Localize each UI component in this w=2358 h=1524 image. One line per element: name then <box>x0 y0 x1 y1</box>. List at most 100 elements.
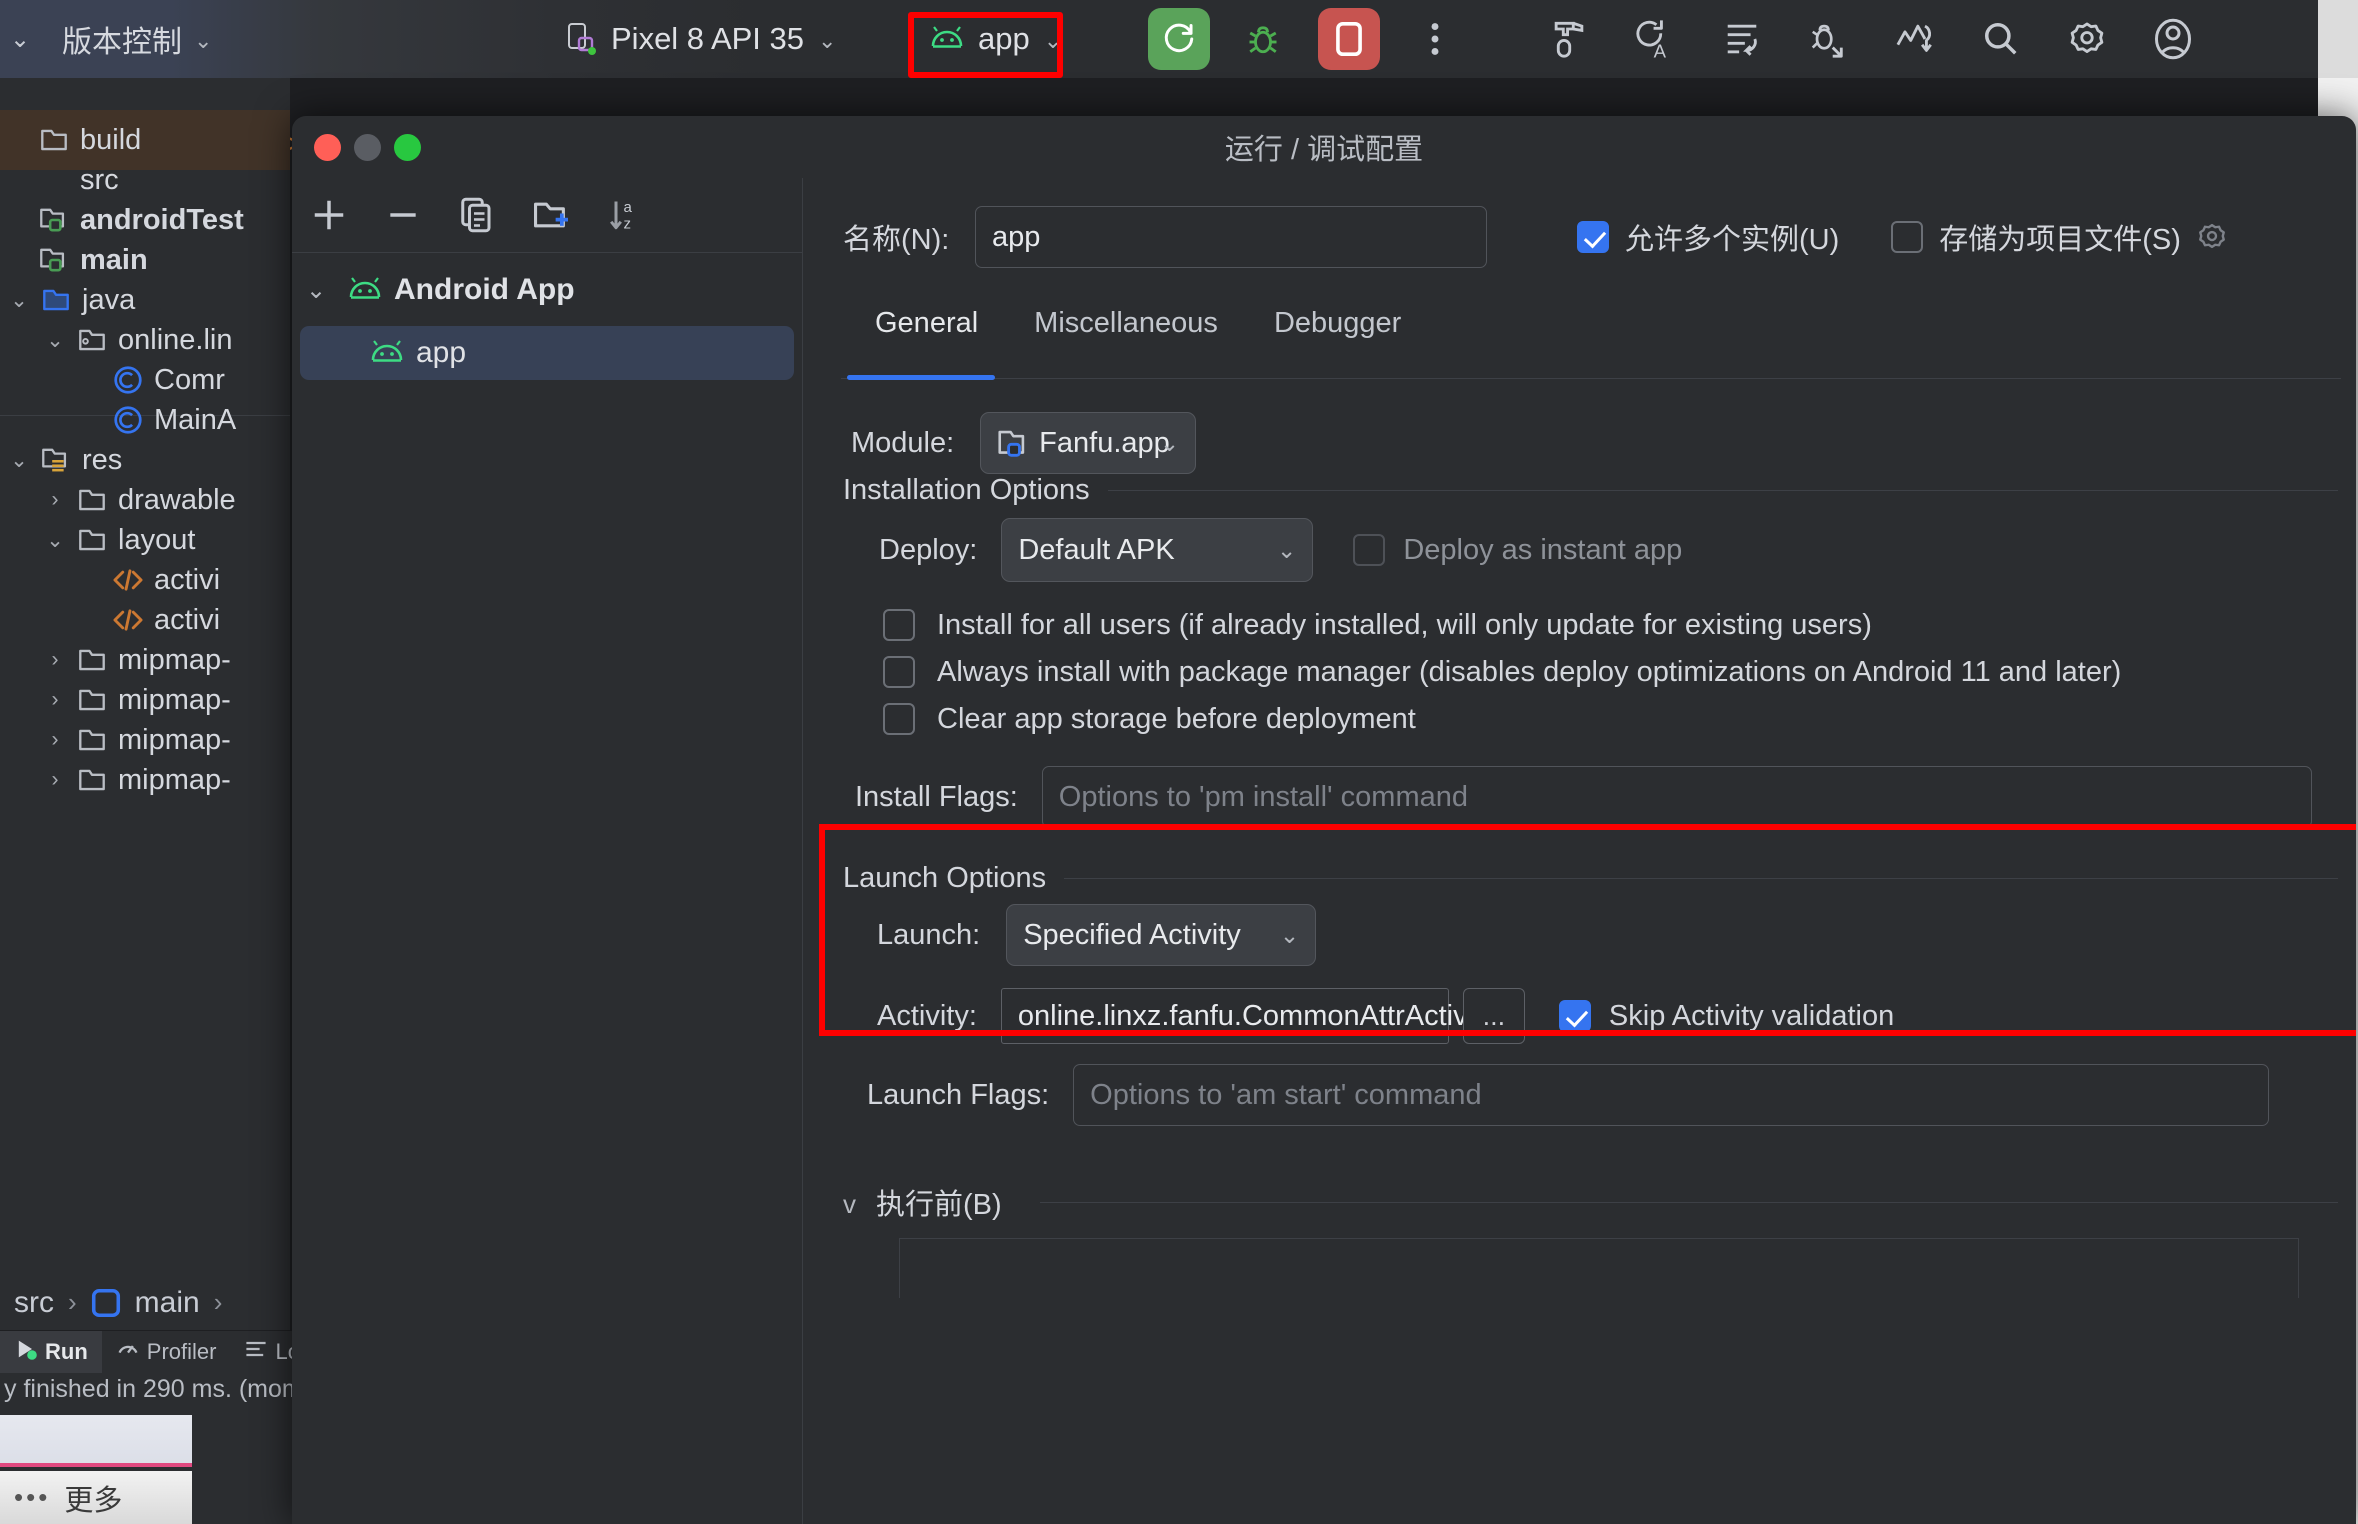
before-launch-task-list[interactable] <box>899 1238 2299 1298</box>
allow-multiple-instances-row[interactable]: 允许多个实例(U) <box>1577 216 1839 258</box>
name-label: 名称(N): <box>843 224 950 256</box>
bottom-tool-window: RunProfilerLogcat y finished in 290 ms. … <box>0 1330 385 1415</box>
launch-label: Launch: <box>877 918 981 951</box>
tree-twisty-icon[interactable]: › <box>38 648 72 672</box>
launch-combobox[interactable]: Specified Activity ⌄ <box>1006 904 1317 966</box>
vcs-label: 版本控制 <box>62 26 182 59</box>
store-as-project-file-checkbox[interactable] <box>1891 221 1924 253</box>
before-launch-title: 执行前(B) <box>876 1189 1002 1221</box>
ime-toolbar[interactable]: ••• 更多 <box>0 1471 192 1524</box>
add-new-folder-icon <box>534 202 568 228</box>
install-option-row-0[interactable]: Install for all users (if already instal… <box>883 602 1872 648</box>
deploy-combobox[interactable]: Default APK ⌄ <box>1001 518 1314 582</box>
deploy-row: Deploy: Default APK ⌄ Deploy as instant … <box>879 518 1682 582</box>
tree-item-label: mipmap- <box>118 763 231 796</box>
allow-multiple-instances-checkbox[interactable] <box>1577 221 1609 253</box>
tree-twisty-icon[interactable]: ⌄ <box>2 288 36 313</box>
breadcrumb-src[interactable]: src <box>14 1286 54 1320</box>
chevron-down-icon[interactable]: v <box>843 1191 856 1217</box>
module-combobox[interactable]: Fanfu.app ⌄ <box>980 412 1197 474</box>
gear-icon[interactable] <box>2197 222 2227 252</box>
launch-options-title: Launch Options <box>843 861 1047 894</box>
module-row: Module: Fanfu.app ⌄ <box>851 412 1197 474</box>
deploy-value: Default APK <box>1018 533 1175 566</box>
apply-code-changes-button[interactable] <box>1711 8 1773 70</box>
bottom-tab-run[interactable]: Run <box>0 1331 102 1373</box>
installation-options-section: Installation Options <box>843 470 2338 510</box>
install-option-checkbox-0[interactable] <box>883 609 915 641</box>
chevron-down-icon: ⌄ <box>1279 921 1300 948</box>
attach-debugger-button[interactable] <box>1796 8 1858 70</box>
launch-flags-input[interactable]: Options to 'am start' command <box>1073 1064 2270 1126</box>
settings-button[interactable] <box>2056 8 2118 70</box>
ime-candidate-strip <box>0 1415 192 1467</box>
tree-twisty-icon[interactable]: › <box>38 768 72 792</box>
run-configuration-label: app <box>978 21 1030 56</box>
apply-changes-button[interactable]: A <box>1624 8 1686 70</box>
tree-twisty-icon[interactable]: › <box>38 488 72 512</box>
activity-input[interactable]: online.linxz.fanfu.CommonAttrActivity1 <box>1000 988 1513 1044</box>
install-option-checkbox-2[interactable] <box>883 703 915 735</box>
ime-more-label[interactable]: 更多 <box>64 1477 122 1519</box>
install-option-row-1[interactable]: Always install with package manager (dis… <box>883 649 2121 695</box>
project-chevron-icon[interactable]: ⌄ <box>10 0 30 78</box>
profiler-button[interactable] <box>1884 8 1946 70</box>
dialog-titlebar: 运行 / 调试配置 <box>292 116 2356 178</box>
tab-miscellaneous[interactable]: Miscellaneous <box>1006 307 1246 340</box>
vcs-widget[interactable]: 版本控制 ⌄ <box>52 0 222 78</box>
run-icon <box>1164 23 1194 53</box>
tree-twisty-icon[interactable]: › <box>38 728 72 752</box>
run-button[interactable] <box>1148 8 1210 70</box>
configuration-list-toolbar: a z <box>292 178 802 252</box>
more-vertical-icon <box>1431 23 1439 55</box>
more-options-button[interactable] <box>1410 8 1460 70</box>
tree-item-mipmap-[interactable]: › mipmap- <box>0 750 290 810</box>
breadcrumb-main[interactable]: main <box>135 1286 200 1320</box>
skip-activity-validation-checkbox[interactable] <box>1558 1000 1591 1032</box>
activity-label: Activity: <box>877 999 977 1032</box>
install-option-checkbox-1[interactable] <box>883 656 915 688</box>
bottom-tab-label: Profiler <box>146 1339 217 1364</box>
active-tab-indicator <box>847 375 995 380</box>
before-launch-section[interactable]: v 执行前(B) <box>843 1182 2338 1222</box>
apply-code-changes-icon <box>1727 24 1757 56</box>
name-input[interactable]: app <box>975 206 1487 268</box>
build-button[interactable] <box>1538 8 1600 70</box>
account-button[interactable] <box>2142 8 2204 70</box>
bottom-tab-profiler[interactable]: Profiler <box>102 1331 231 1373</box>
config-item-app[interactable]: app <box>300 326 794 380</box>
tree-twisty-icon[interactable]: ⌄ <box>2 448 36 473</box>
device-selector[interactable]: Pixel 8 API 35 ⌄ <box>567 0 836 78</box>
tabs-underline <box>841 378 2341 379</box>
tab-general[interactable]: General <box>847 307 1006 340</box>
search-button[interactable] <box>1970 8 2032 70</box>
run-configuration-selector[interactable]: app ⌄ <box>930 0 1062 78</box>
copy-configuration-button[interactable] <box>440 178 514 252</box>
sort-alphabetically-button[interactable]: a z <box>588 178 662 252</box>
add-configuration-button[interactable] <box>292 178 366 252</box>
activity-browse-button[interactable]: ... <box>1462 988 1525 1044</box>
add-new-folder-button[interactable] <box>514 178 588 252</box>
stop-button[interactable] <box>1318 8 1380 70</box>
device-label: Pixel 8 API 35 <box>611 21 805 56</box>
main-toolbar: ⌄ 版本控制 ⌄ Pixel 8 API 35 ⌄ app ⌄ A <box>0 0 2358 78</box>
tab-debugger[interactable]: Debugger <box>1246 307 1429 340</box>
install-option-row-2[interactable]: Clear app storage before deployment <box>883 696 1416 742</box>
tree-twisty-icon[interactable]: ⌄ <box>38 528 72 553</box>
config-item-android-app[interactable]: ⌄ Android App <box>292 262 802 318</box>
module-icon <box>998 430 1025 457</box>
remove-icon <box>390 213 416 217</box>
store-as-project-file-row[interactable]: 存储为项目文件(S) <box>1891 216 2227 258</box>
breadcrumb-separator: › <box>68 1287 77 1317</box>
android-icon <box>370 340 404 366</box>
config-twisty-icon[interactable]: ⌄ <box>306 276 336 305</box>
tree-twisty-icon[interactable]: › <box>38 688 72 712</box>
remove-configuration-button[interactable] <box>366 178 440 252</box>
skip-activity-validation-row[interactable]: Skip Activity validation <box>1558 1000 1894 1033</box>
config-item-label: app <box>416 336 467 369</box>
deploy-instant-app-label: Deploy as instant app <box>1403 533 1683 566</box>
stop-icon <box>1336 21 1362 57</box>
right-edge-top <box>2318 0 2358 78</box>
debug-button[interactable] <box>1232 8 1294 70</box>
tree-twisty-icon[interactable]: ⌄ <box>38 328 72 353</box>
